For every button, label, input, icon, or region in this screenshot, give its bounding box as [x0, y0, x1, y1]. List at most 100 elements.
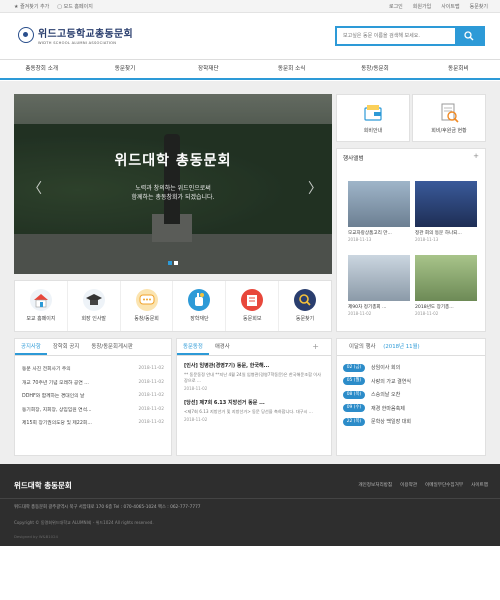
prev-arrow-icon[interactable]: 〈 [28, 178, 42, 198]
alumni-news-board: 동문동정 애경사 + [인사] 임병관(경영7기) 동문, 한국해... ** … [176, 338, 332, 456]
site-footer: 위드대학 총동문회 개인정보처리방침 이용약관 이메일무단수집거부 사이트맵 위… [0, 464, 500, 546]
album-photo [348, 255, 410, 301]
nav-news[interactable]: 동문회 소식 [250, 60, 333, 78]
quick-school-home[interactable]: 모교 홈페이지 [15, 281, 68, 331]
tab-family-events[interactable]: 애경사 [209, 339, 236, 355]
tab-scholarship-notice[interactable]: 장학회 공지 [47, 339, 86, 355]
event-title: 상임이사 회의 [371, 365, 401, 372]
event-date-badge: 05 (월) [343, 377, 365, 386]
album-photo [348, 181, 410, 227]
page: ★ 즐겨찾기 추가 ▢ 모드 홈페이지 로그인 회원가입 사이트맵 동문찾기 위… [0, 0, 500, 600]
mobile-label: 모드 홈페이지 [63, 4, 93, 10]
list-item[interactable]: 제15회 장기권의도당 및 제22회... 2018-11-02 [22, 416, 164, 430]
tab-alumni-news[interactable]: 동문동정 [177, 339, 209, 355]
dues-info-box[interactable]: 회비안내 [336, 94, 410, 142]
search-button[interactable] [455, 28, 483, 44]
album-item[interactable]: 모교자랑상품고리 만... 2018-11-13 [348, 181, 410, 242]
slider-dots [168, 261, 178, 265]
album-item[interactable]: 제90차 정기총회 ... 2018-11-02 [348, 255, 410, 316]
event-item[interactable]: 08 (목) 스승의날 오찬 [343, 388, 479, 402]
quick-find-alumni[interactable]: 동문찾기 [279, 281, 331, 331]
news-title: [당선] 제7회 6.13 지방선거 동문 ... [184, 400, 265, 406]
events-month: (2018년 11월) [383, 344, 420, 350]
magnifier-icon [299, 294, 311, 306]
graduation-cap-icon [85, 294, 102, 305]
list-item[interactable]: DDHF와 함께하는 경대인의 날 2018-11-02 [22, 389, 164, 403]
next-arrow-icon[interactable]: 〉 [308, 178, 322, 198]
emblem-icon [18, 27, 34, 43]
album-item[interactable]: 2018년도 장기총... 2018-11-02 [415, 255, 477, 316]
nav-alumni-groups[interactable]: 동창/동문회 [333, 60, 416, 78]
tab-alumni-board[interactable]: 동창/동문회게시판 [85, 339, 139, 355]
search-box [335, 26, 485, 46]
quick-label: 회장 인사말 [81, 316, 107, 322]
footer-logo: 위드대학 총동문회 [14, 481, 72, 490]
list-item[interactable]: 동문 사진 전회사기 주의 2018-11-02 [22, 362, 164, 376]
mobile-link[interactable]: ▢ 모드 홈페이지 [57, 3, 93, 10]
nav-about[interactable]: 총동창회 소개 [0, 60, 83, 78]
event-date-badge: 22 (목) [343, 417, 365, 426]
privacy-link[interactable]: 개인정보처리방침 [358, 482, 392, 488]
nav-dues[interactable]: 동문회비 [417, 60, 500, 78]
album-date: 2018-11-13 [348, 237, 372, 242]
quick-greeting[interactable]: 회장 인사말 [68, 281, 121, 331]
album-item[interactable]: 정관 회의 동문 하나되... 2018-11-13 [415, 181, 477, 242]
checkbox-icon: ▢ [57, 4, 63, 10]
favorite-label: 즐겨찾기 추가 [20, 4, 50, 10]
news-item[interactable]: [당선] 제7회 6.13 지방선거 동문 ... <제7회 6.13 지방선거… [184, 399, 324, 422]
favorite-link[interactable]: ★ 즐겨찾기 추가 [14, 3, 49, 10]
news-item[interactable]: [인사] 임병관(경영7기) 동문, 한국해... ** 동문동정 안내 **지… [184, 362, 324, 391]
search-input[interactable] [337, 28, 455, 44]
terms-link[interactable]: 이용약관 [400, 482, 417, 488]
dues-status-box[interactable]: 회비/후원금 현황 [412, 94, 486, 142]
event-title: 스승의날 오찬 [371, 392, 401, 399]
quick-scholarship[interactable]: 장학재단 [173, 281, 227, 331]
news-date: 2018-11-02 [184, 386, 208, 391]
event-item[interactable]: 02 (금) 상임이사 회의 [343, 361, 479, 375]
nav-find-alumni[interactable]: 동문찾기 [83, 60, 166, 78]
footer-sitemap-link[interactable]: 사이트맵 [471, 482, 488, 488]
quick-menu: 모교 홈페이지 회장 인사말 동창/동문회 장학재단 동문회보 동문찾기 [14, 280, 332, 332]
slide-dot[interactable] [174, 261, 178, 265]
hero-sub-line1: 노력과 창의하는 위드인으로써 [135, 185, 211, 192]
nav-scholarship[interactable]: 장학재단 [167, 60, 250, 78]
album-date: 2018-11-02 [348, 311, 372, 316]
login-link[interactable]: 로그인 [389, 3, 403, 10]
find-alumni-link[interactable]: 동문찾기 [470, 3, 488, 10]
hero-title: 위드대학 총동문회 [114, 153, 232, 169]
hero-sub-line2: 함께하는 총동창회가 되겠습니다. [131, 194, 215, 201]
event-item[interactable]: 09 (수) 재경 한마음축제 [343, 402, 479, 416]
search-icon [464, 31, 474, 41]
item-title: 제15회 장기권의도당 및 제22회... [22, 421, 92, 427]
item-date: 2018-11-02 [138, 406, 164, 412]
house-icon [33, 294, 48, 308]
item-title: 동문 사진 전회사기 주의 [22, 367, 71, 373]
hero-subtitle: 노력과 창의하는 위드인으로써 함께하는 총동창회가 되겠습니다. [14, 184, 332, 202]
slide-dot[interactable] [168, 261, 172, 265]
site-logo[interactable]: 위드고등학교총동문회 WIDTH SCHOOL ALUMNI ASSOCIATI… [18, 25, 133, 45]
event-date-badge: 09 (수) [343, 404, 365, 413]
list-item[interactable]: 개교 70주년 기념 모레하 공연 ... 2018-11-02 [22, 376, 164, 390]
event-title: 문학상 백일장 대회 [371, 419, 411, 426]
utility-bar: ★ 즐겨찾기 추가 ▢ 모드 홈페이지 로그인 회원가입 사이트맵 동문찾기 [0, 0, 500, 13]
album-caption: 정관 회의 동문 하나되... [415, 231, 462, 236]
list-item[interactable]: 동기회장, 지회장, 상임임원 연석... 2018-11-02 [22, 403, 164, 417]
tab-notice[interactable]: 공지사항 [15, 339, 47, 355]
signup-link[interactable]: 회원가입 [413, 3, 431, 10]
album-caption: 모교자랑상품고리 만... [348, 231, 392, 236]
monthly-events: 이달의 행사 (2018년 11월) 02 (금) 상임이사 회의 05 (월) 사… [336, 338, 486, 456]
more-plus-icon[interactable]: + [473, 152, 479, 160]
quick-newsletter[interactable]: 동문회보 [226, 281, 280, 331]
sitemap-link[interactable]: 사이트맵 [441, 3, 459, 10]
news-title: [인사] 임병관(경영7기) 동문, 한국해... [184, 363, 270, 369]
quick-alumni-groups[interactable]: 동창/동문회 [121, 281, 174, 331]
document-search-icon [441, 103, 459, 123]
event-date-badge: 02 (금) [343, 363, 365, 372]
event-item[interactable]: 05 (월) 사랑의 가교 결연식 [343, 375, 479, 389]
event-title: 사랑의 가교 결연식 [371, 378, 411, 385]
item-title: DDHF와 함께하는 경대인의 날 [22, 394, 85, 400]
more-plus-icon[interactable]: + [306, 339, 325, 355]
email-policy-link[interactable]: 이메일무단수집거부 [425, 482, 463, 488]
event-item[interactable]: 22 (목) 문학상 백일장 대회 [343, 415, 479, 429]
quick-label: 장학재단 [190, 316, 209, 322]
